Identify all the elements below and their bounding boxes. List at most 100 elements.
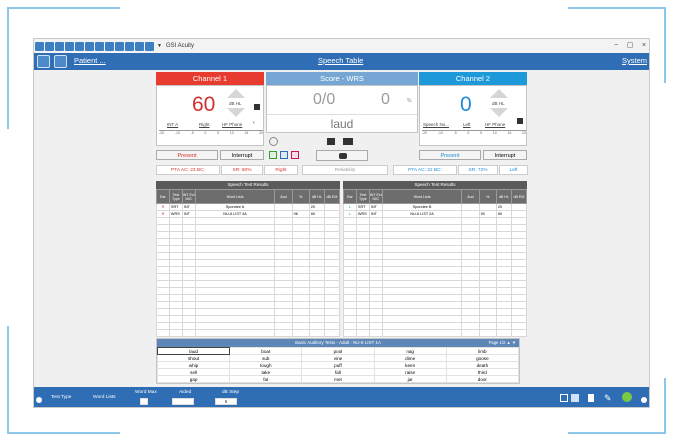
table-row[interactable] bbox=[156, 231, 341, 239]
ear-link[interactable]: Right bbox=[199, 122, 210, 127]
table-row[interactable] bbox=[156, 252, 341, 260]
table-row[interactable] bbox=[156, 294, 341, 302]
maximize-button[interactable]: ▢ bbox=[623, 39, 637, 53]
chevron-left-icon[interactable] bbox=[36, 397, 42, 403]
patient-link[interactable]: Patient ... bbox=[74, 56, 106, 65]
present-button[interactable]: Present bbox=[419, 150, 481, 160]
minimize-button[interactable]: − bbox=[609, 39, 623, 53]
word-cell[interactable]: tough bbox=[229, 361, 303, 369]
word-lists-button[interactable]: Word Lists bbox=[93, 395, 116, 400]
table-row[interactable]: L SRT INT Spondee B 20 bbox=[343, 203, 528, 211]
x-box-icon[interactable] bbox=[291, 151, 299, 159]
table-row[interactable] bbox=[343, 322, 528, 330]
word-cell[interactable]: limb bbox=[445, 347, 520, 355]
aided-field[interactable] bbox=[172, 398, 194, 405]
table-row[interactable] bbox=[343, 273, 528, 281]
word-cell[interactable]: whip bbox=[156, 361, 231, 369]
word-cell[interactable]: shout bbox=[156, 354, 231, 362]
output-link[interactable]: HF Phone bbox=[485, 122, 505, 127]
word-cell[interactable]: nag bbox=[373, 347, 447, 355]
table-row[interactable] bbox=[156, 308, 341, 316]
toolbar-icon[interactable] bbox=[125, 41, 134, 51]
table-row[interactable] bbox=[343, 252, 528, 260]
word-cell[interactable]: sell bbox=[156, 368, 231, 376]
check-icon[interactable] bbox=[269, 151, 277, 159]
chevron-right-icon[interactable] bbox=[641, 397, 647, 403]
toolbar-icon[interactable] bbox=[75, 41, 84, 51]
table-row[interactable] bbox=[156, 315, 341, 323]
table-row[interactable] bbox=[156, 266, 341, 274]
toolbar-icon[interactable] bbox=[105, 41, 114, 51]
table-row[interactable] bbox=[156, 322, 341, 330]
split-icon[interactable] bbox=[343, 138, 353, 145]
ear-link[interactable]: Left bbox=[463, 122, 471, 127]
word-cell[interactable]: door bbox=[445, 375, 520, 383]
present-button[interactable]: Present bbox=[156, 150, 218, 160]
word-cell[interactable]: fall bbox=[301, 368, 375, 376]
table-row[interactable] bbox=[343, 294, 528, 302]
table-row[interactable] bbox=[156, 287, 341, 295]
toolbar-icon[interactable] bbox=[145, 41, 154, 51]
save-icon[interactable] bbox=[517, 118, 523, 124]
table-row[interactable] bbox=[156, 301, 341, 309]
table-row[interactable] bbox=[343, 245, 528, 253]
db-step-field[interactable]: 5 bbox=[215, 398, 237, 405]
word-cell[interactable]: pool bbox=[301, 347, 375, 355]
pen-icon[interactable]: ✎ bbox=[604, 393, 612, 404]
word-cell[interactable]: laud bbox=[156, 347, 231, 355]
table-row[interactable] bbox=[156, 238, 341, 246]
edit-icon[interactable] bbox=[37, 55, 50, 68]
grid-icon[interactable] bbox=[571, 394, 579, 402]
transducer-link[interactable]: Speech No... bbox=[423, 122, 449, 127]
transducer-link[interactable]: INT A bbox=[167, 122, 178, 127]
talkover-button[interactable] bbox=[316, 150, 368, 161]
table-row[interactable]: L WRS INT NU-6 LIST 2A 90 60 bbox=[343, 210, 528, 218]
lock-icon[interactable] bbox=[327, 138, 335, 145]
trash-icon[interactable] bbox=[588, 394, 594, 402]
word-cell[interactable]: jar bbox=[373, 375, 447, 383]
table-row[interactable] bbox=[156, 259, 341, 267]
reliability-field[interactable]: Reliability bbox=[302, 165, 388, 175]
toolbar-icon[interactable] bbox=[45, 41, 54, 51]
table-row[interactable] bbox=[343, 308, 528, 316]
table-row[interactable] bbox=[343, 301, 528, 309]
chevron-left-icon[interactable]: ‹ bbox=[253, 120, 255, 126]
word-cell[interactable]: fat bbox=[229, 375, 303, 383]
word-cell[interactable]: gap bbox=[156, 375, 231, 383]
word-cell[interactable]: sub bbox=[229, 354, 303, 362]
table-row[interactable] bbox=[343, 231, 528, 239]
word-cell[interactable]: boat bbox=[229, 347, 303, 355]
speech-table-link[interactable]: Speech Table bbox=[318, 56, 363, 65]
level-up-button[interactable] bbox=[490, 89, 508, 98]
table-row[interactable] bbox=[343, 224, 528, 232]
table-row[interactable] bbox=[156, 273, 341, 281]
toolbar-icon[interactable] bbox=[55, 41, 64, 51]
table-row[interactable] bbox=[156, 245, 341, 253]
note-icon[interactable] bbox=[280, 151, 288, 159]
close-button[interactable]: × bbox=[637, 39, 649, 53]
table-row[interactable] bbox=[343, 217, 528, 225]
toolbar-icon[interactable] bbox=[65, 41, 74, 51]
interrupt-button[interactable]: Interrupt bbox=[220, 150, 264, 160]
test-type-button[interactable]: Test Type bbox=[51, 395, 71, 400]
table-row[interactable] bbox=[343, 329, 528, 337]
word-cell[interactable]: puff bbox=[301, 361, 375, 369]
toolbar-icon[interactable] bbox=[135, 41, 144, 51]
table-row[interactable] bbox=[343, 259, 528, 267]
word-cell[interactable]: take bbox=[229, 368, 303, 376]
system-link[interactable]: System bbox=[622, 56, 647, 65]
dropdown-arrow-icon[interactable]: ▼ bbox=[157, 43, 162, 49]
table-row[interactable] bbox=[156, 280, 341, 288]
headphones-icon[interactable] bbox=[622, 392, 632, 402]
table-row[interactable] bbox=[343, 238, 528, 246]
word-cell[interactable]: raise bbox=[373, 368, 447, 376]
table-row[interactable]: R WRS INT NU-6 LIST 4A 96 60 bbox=[156, 210, 341, 218]
page-indicator[interactable]: Page 1/2 ▲ ▼ bbox=[489, 339, 516, 347]
word-cell[interactable]: third bbox=[445, 368, 520, 376]
toolbar-icon[interactable] bbox=[85, 41, 94, 51]
word-cell[interactable]: dime bbox=[373, 354, 447, 362]
table-row[interactable] bbox=[156, 217, 341, 225]
word-cell[interactable]: keen bbox=[373, 361, 447, 369]
word-cell[interactable]: death bbox=[445, 361, 520, 369]
chevron-down-icon[interactable]: ▼ bbox=[512, 340, 516, 345]
